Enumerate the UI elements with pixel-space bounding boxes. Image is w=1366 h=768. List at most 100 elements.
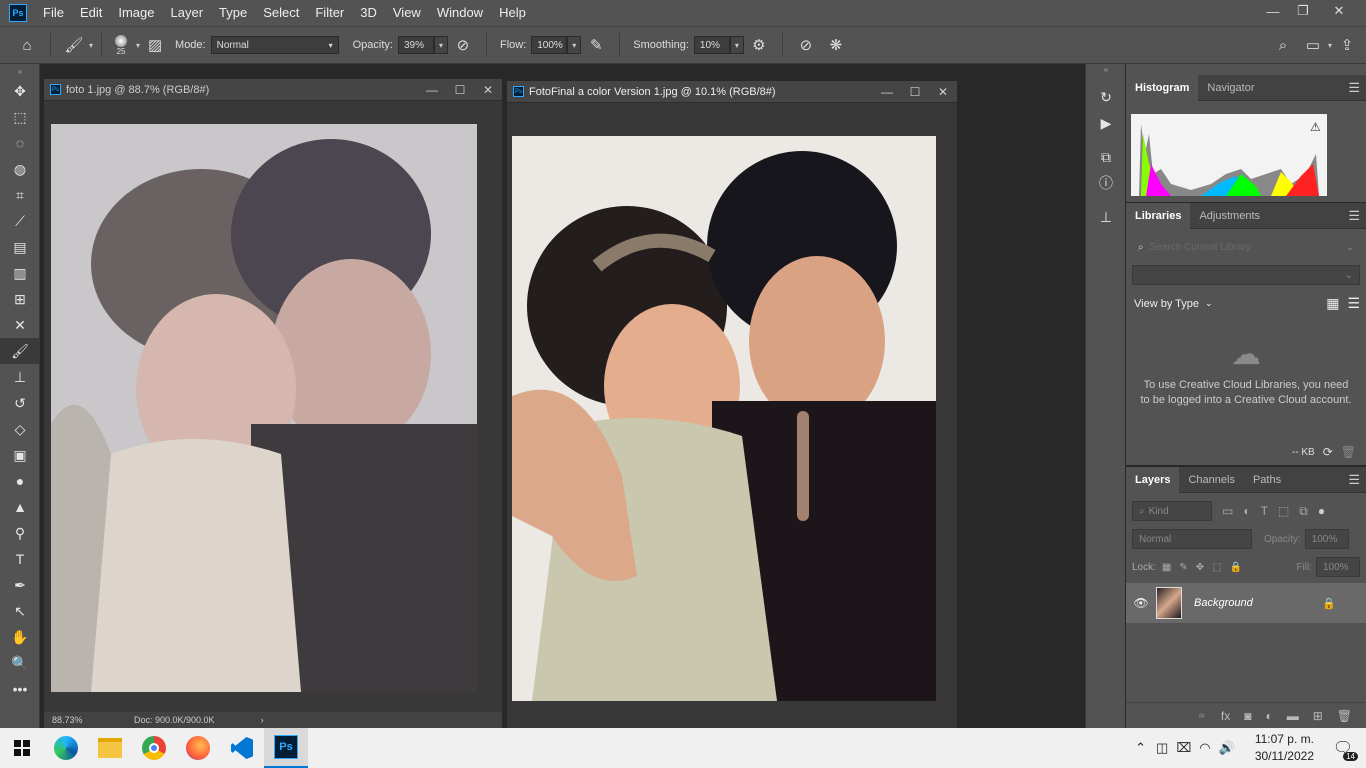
hand-tool-icon[interactable]: ✋ — [0, 624, 40, 650]
doc-close-button[interactable]: ✕ — [929, 85, 957, 99]
type-filter-icon[interactable]: T — [1261, 504, 1268, 518]
adjustment-layer-icon[interactable]: ◐ — [1265, 709, 1272, 723]
expand-panels-icon[interactable]: « — [1086, 64, 1126, 74]
menu-file[interactable]: File — [35, 0, 72, 26]
brush-tool-icon[interactable]: 🖌 — [63, 34, 85, 56]
doc-minimize-button[interactable]: — — [873, 85, 901, 99]
type-tool-icon[interactable]: T — [0, 546, 40, 572]
chevron-right-icon[interactable]: › — [261, 715, 264, 725]
photoshop-taskbar-icon[interactable]: Ps — [264, 728, 308, 768]
fx-icon[interactable]: fx — [1221, 709, 1230, 723]
lasso-tool-icon[interactable]: ◌ — [0, 130, 40, 156]
meet-now-icon[interactable]: ◫ — [1156, 740, 1168, 756]
canvas-original-photo[interactable] — [51, 124, 477, 692]
sync-icon[interactable]: ⟳ — [1323, 445, 1333, 459]
panel-menu-icon[interactable]: ☰ — [1348, 208, 1360, 224]
smoothing-dropdown-button[interactable]: ▾ — [729, 36, 744, 54]
menu-edit[interactable]: Edit — [72, 0, 110, 26]
chevron-down-icon[interactable]: ▾ — [1328, 41, 1332, 50]
chevron-up-icon[interactable]: ⌃ — [1135, 740, 1146, 756]
menu-filter[interactable]: Filter — [307, 0, 352, 26]
layer-row-background[interactable]: 👁 Background 🔒 — [1126, 583, 1366, 623]
history-panel-icon[interactable]: ↻ — [1086, 84, 1126, 110]
lock-image-icon[interactable]: ✎ — [1179, 562, 1187, 573]
tab-libraries[interactable]: Libraries — [1126, 202, 1191, 229]
menu-layer[interactable]: Layer — [163, 0, 212, 26]
network-off-icon[interactable]: ⌧ — [1176, 740, 1191, 756]
spot-healing-tool-icon[interactable]: ▤ — [0, 234, 40, 260]
layer-opacity-input[interactable]: 100% — [1304, 529, 1349, 549]
tab-histogram[interactable]: Histogram — [1126, 74, 1199, 101]
pressure-size-icon[interactable]: ⊘ — [795, 34, 817, 56]
library-select[interactable]: ⌄ — [1132, 265, 1360, 285]
home-icon[interactable]: ⌂ — [16, 34, 38, 56]
sharpen-tool-icon[interactable]: ▲ — [0, 494, 40, 520]
stamp-panel-icon[interactable]: ⊥ — [1086, 204, 1126, 230]
search-icon[interactable]: ⌕ — [1272, 34, 1294, 56]
airbrush-icon[interactable]: ✎ — [585, 34, 607, 56]
share-icon[interactable]: ⇪ — [1336, 34, 1358, 56]
trash-icon[interactable]: 🗑 — [1341, 445, 1356, 459]
layer-kind-filter[interactable]: ⌕ Kind — [1132, 501, 1212, 521]
library-search-input[interactable]: ⌕ Search Current Library ⌄ — [1132, 237, 1360, 257]
fill-input[interactable]: 100% — [1316, 557, 1360, 577]
info-panel-icon[interactable]: ⓘ — [1086, 170, 1126, 196]
menu-image[interactable]: Image — [110, 0, 162, 26]
panel-menu-icon[interactable]: ☰ — [1348, 80, 1360, 96]
path-selection-tool-icon[interactable]: ↖ — [0, 598, 40, 624]
doc-maximize-button[interactable]: ☐ — [446, 83, 474, 97]
chevron-down-icon[interactable]: ▾ — [89, 41, 93, 50]
adjustment-filter-icon[interactable]: ◐ — [1243, 504, 1250, 518]
zoom-level[interactable]: 88.73% — [52, 715, 124, 725]
tab-layers[interactable]: Layers — [1126, 466, 1180, 493]
menu-help[interactable]: Help — [491, 0, 534, 26]
actions-panel-icon[interactable]: ▶ — [1086, 110, 1126, 136]
menu-window[interactable]: Window — [429, 0, 491, 26]
view-by-type-dropdown[interactable]: View by Type — [1134, 298, 1199, 310]
speaker-icon[interactable]: 🔊 — [1219, 740, 1235, 756]
flow-input[interactable]: 100% — [531, 36, 568, 54]
canvas-colorized-photo[interactable] — [512, 136, 936, 701]
clone-stamp-tool-icon[interactable]: ⊥ — [0, 364, 40, 390]
pen-tool-icon[interactable]: ✒ — [0, 572, 40, 598]
tab-navigator[interactable]: Navigator — [1198, 75, 1263, 101]
tab-paths[interactable]: Paths — [1244, 467, 1290, 493]
workspace-icon[interactable]: ▭ — [1302, 34, 1324, 56]
eye-icon[interactable]: 👁 — [1126, 596, 1156, 610]
clock[interactable]: 11:07 p. m. 30/11/2022 — [1255, 731, 1314, 765]
marquee-tool-icon[interactable]: ⬚ — [0, 104, 40, 130]
chevron-down-icon[interactable]: ⌄ — [1205, 298, 1213, 309]
tab-adjustments[interactable]: Adjustments — [1190, 203, 1269, 229]
doc-minimize-button[interactable]: — — [418, 83, 446, 97]
brush-preset-picker[interactable]: 25 — [110, 30, 132, 60]
blur-tool-icon[interactable]: ● — [0, 468, 40, 494]
content-aware-move-icon[interactable]: ✕ — [0, 312, 40, 338]
menu-3d[interactable]: 3D — [352, 0, 385, 26]
vscode-icon[interactable] — [220, 728, 264, 768]
blend-mode-select[interactable]: Normal — [1132, 529, 1252, 549]
lock-position-icon[interactable]: ✥ — [1196, 562, 1204, 573]
symmetry-butterfly-icon[interactable]: ❋ — [825, 34, 847, 56]
move-tool-icon[interactable]: ✥ — [0, 78, 40, 104]
list-view-icon[interactable]: ☰ — [1347, 295, 1360, 312]
lock-all-icon[interactable]: 🔒 — [1230, 562, 1242, 573]
menu-view[interactable]: View — [385, 0, 429, 26]
menu-select[interactable]: Select — [255, 0, 307, 26]
brush-settings-panel-icon[interactable]: ▨ — [144, 34, 166, 56]
history-brush-tool-icon[interactable]: ↺ — [0, 390, 40, 416]
shape-filter-icon[interactable]: ⬚ — [1278, 504, 1289, 518]
link-layers-icon[interactable]: ⚭ — [1197, 709, 1207, 723]
opacity-input[interactable]: 39% — [397, 36, 434, 54]
document-titlebar[interactable]: Ps FotoFinal a color Version 1.jpg @ 10.… — [507, 81, 957, 103]
pixel-filter-icon[interactable]: ▭ — [1222, 504, 1233, 518]
grid-view-icon[interactable]: ▦ — [1326, 295, 1339, 312]
new-layer-icon[interactable]: ⊞ — [1313, 709, 1323, 723]
lock-transparent-icon[interactable]: ▦ — [1162, 562, 1171, 573]
close-button[interactable]: ✕ — [1322, 0, 1356, 22]
crop-tool-icon[interactable]: ⌗ — [0, 182, 40, 208]
properties-panel-icon[interactable]: ⧉ — [1086, 144, 1126, 170]
mode-select[interactable]: Normal ▾ — [210, 36, 339, 54]
chevron-down-icon[interactable]: ▾ — [136, 41, 140, 50]
flow-dropdown-button[interactable]: ▾ — [567, 36, 582, 54]
document-titlebar[interactable]: Ps foto 1.jpg @ 88.7% (RGB/8#) — ☐ ✕ — [44, 79, 502, 101]
